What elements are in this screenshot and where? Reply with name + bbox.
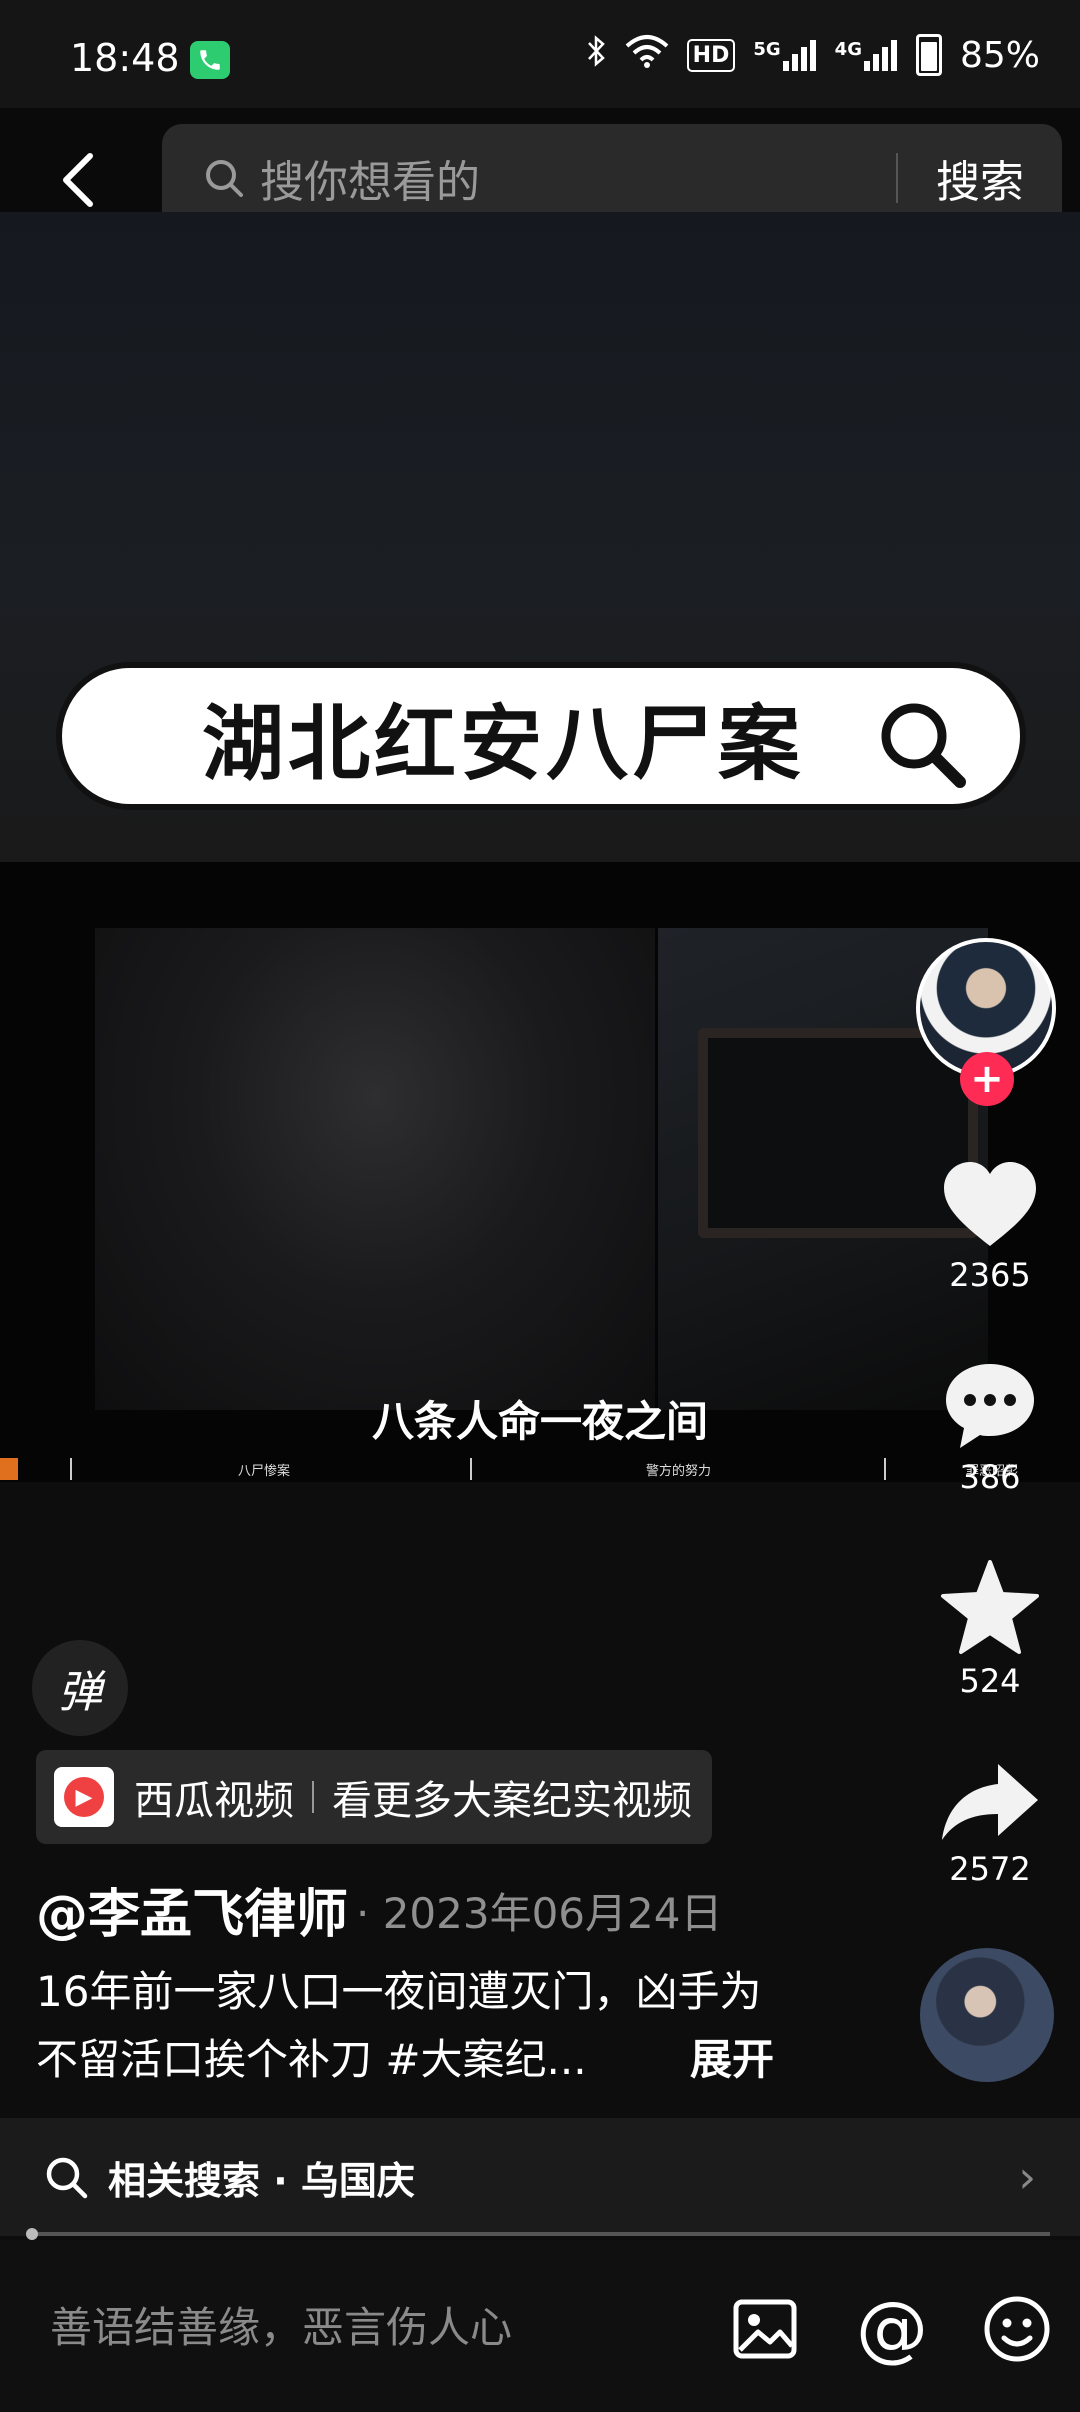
comment-bubble-icon <box>946 1364 1034 1448</box>
related-search-bar[interactable]: 相关搜索 · 乌国庆 › <box>0 2118 1080 2236</box>
status-time: 18:48 <box>70 36 180 80</box>
back-button[interactable] <box>48 140 108 220</box>
share-count: 2572 <box>949 1850 1031 1888</box>
search-divider <box>896 153 898 203</box>
expand-caption-button[interactable]: 展开 <box>690 2026 774 2087</box>
search-button[interactable]: 搜索 <box>936 146 1024 210</box>
signal-4g-icon: 4G <box>835 39 898 71</box>
chapter-label: 八尸惨案 <box>238 1464 291 1479</box>
emoji-icon[interactable] <box>982 2294 1052 2364</box>
phone-call-icon[interactable] <box>190 41 230 79</box>
comment-button[interactable]: 386 <box>930 1360 1050 1496</box>
video-subtitle: 八条人命一夜之间 <box>371 1397 708 1446</box>
video-progress-bar[interactable] <box>26 2228 1050 2240</box>
post-date: · 2023年06月24日 <box>356 1889 723 1938</box>
chapter-progress-fill <box>0 1458 18 1480</box>
like-count: 2365 <box>949 1256 1031 1294</box>
source-app-name: 西瓜视频 <box>134 1778 294 1824</box>
wifi-icon <box>625 34 669 76</box>
related-search-text: 相关搜索 · 乌国庆 <box>108 2158 415 2203</box>
hd-badge: HD <box>686 38 736 72</box>
source-app-promo: 看更多大案纪实视频 <box>332 1778 692 1824</box>
share-arrow-icon <box>942 1764 1038 1840</box>
share-button[interactable]: 2572 <box>930 1760 1050 1888</box>
music-disc[interactable] <box>920 1948 1054 2082</box>
star-icon <box>941 1560 1039 1654</box>
post-caption[interactable]: 16年前一家八口一夜间遭灭门，凶手为不留活口挨个补刀 #大案纪... <box>36 1958 796 2094</box>
status-icons: HD 5G 4G 85% <box>585 34 1040 76</box>
favorite-button[interactable]: 524 <box>930 1560 1050 1700</box>
search-input[interactable]: 搜你想看的 <box>260 146 896 210</box>
video-title-text: 湖北红安八尸案 <box>202 695 805 792</box>
chapter-label: 警方的努力 <box>646 1464 712 1479</box>
comment-input[interactable]: 善语结善缘，恶言伤人心 <box>50 2294 512 2355</box>
video-title-card: 湖北红安八尸案 <box>56 662 1026 810</box>
progress-knob[interactable] <box>26 2228 38 2240</box>
video-frame-scene-left <box>95 928 655 1410</box>
danmaku-toggle-button[interactable]: 弹 <box>32 1640 128 1736</box>
chapter-progress-bar[interactable]: 八尸惨案 警方的努力 罪恶昭彰 <box>0 1458 1080 1480</box>
battery-icon <box>915 34 942 76</box>
bluetooth-icon <box>585 34 607 76</box>
like-button[interactable]: 2365 <box>930 1160 1050 1294</box>
follow-button[interactable]: + <box>960 1052 1014 1106</box>
mention-button[interactable]: @ <box>856 2286 928 2370</box>
image-picker-icon[interactable] <box>730 2294 800 2364</box>
source-app-link[interactable]: ▶ 西瓜视频 看更多大案纪实视频 <box>36 1750 712 1844</box>
comment-count: 386 <box>959 1458 1021 1496</box>
author-name[interactable]: @李孟飞律师 <box>36 1872 348 1947</box>
back-arrow-icon <box>63 153 93 207</box>
search-icon <box>206 160 243 197</box>
favorite-count: 524 <box>959 1662 1021 1700</box>
signal-5g-icon: 5G <box>753 39 816 71</box>
search-icon <box>46 2157 88 2199</box>
xigua-logo-icon: ▶ <box>54 1767 114 1827</box>
heart-icon <box>944 1162 1036 1246</box>
battery-percent: 85% <box>959 34 1040 76</box>
magnifier-graphic-icon <box>881 703 966 788</box>
chevron-right-icon: › <box>1018 2151 1036 2203</box>
